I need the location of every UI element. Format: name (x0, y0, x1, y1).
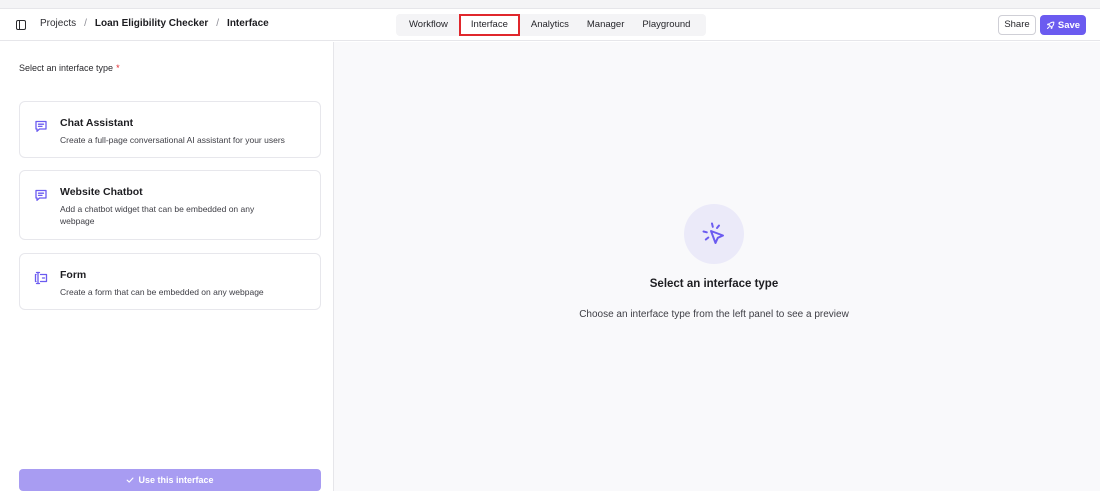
share-button[interactable]: Share (998, 15, 1036, 35)
tab-bar: Workflow Interface Analytics Manager Pla… (396, 14, 706, 36)
check-icon (127, 477, 134, 483)
required-mark: * (116, 63, 120, 73)
breadcrumb-app[interactable]: Loan Eligibility Checker (95, 18, 208, 29)
use-this-interface-button[interactable]: Use this interface (19, 469, 321, 491)
chat-icon (35, 189, 47, 201)
interface-card-chat-assistant[interactable]: Chat Assistant Create a full-page conver… (19, 101, 321, 158)
save-button[interactable]: Save (1040, 15, 1086, 35)
card-title: Form (60, 269, 87, 281)
card-title: Website Chatbot (60, 186, 143, 198)
preview-panel: Select an interface type Choose an inter… (334, 42, 1100, 491)
cursor-click-icon (702, 222, 724, 244)
tab-interface[interactable]: Interface (458, 14, 520, 36)
interface-card-website-chatbot[interactable]: Website Chatbot Add a chatbot widget tha… (19, 170, 321, 240)
interface-type-panel: Select an interface type * Chat Assistant… (0, 42, 334, 491)
rocket-icon (1046, 21, 1055, 29)
breadcrumb-separator: / (84, 18, 87, 29)
chat-icon (35, 120, 47, 132)
card-title: Chat Assistant (60, 117, 134, 129)
sidebar-toggle-icon[interactable] (16, 20, 26, 30)
interface-card-form[interactable]: Form Create a form that can be embedded … (19, 253, 321, 310)
breadcrumb-separator: / (216, 18, 220, 29)
breadcrumb: Projects / Loan Eligibility Checker / In… (40, 18, 269, 29)
card-description: Add a chatbot widget that can be embedde… (60, 204, 255, 226)
empty-state-title: Select an interface type (649, 278, 779, 290)
select-interface-label: Select an interface type * (19, 63, 120, 73)
empty-state-description: Choose an interface type from the left p… (579, 309, 849, 320)
breadcrumb-projects[interactable]: Projects (40, 18, 76, 29)
select-interface-text: Select an interface type (19, 63, 114, 73)
save-button-label: Save (1057, 19, 1081, 31)
tab-analytics[interactable]: Analytics (522, 15, 578, 35)
card-description: Create a form that can be embedded on an… (60, 287, 264, 297)
card-description: Create a full-page conversational AI ass… (60, 135, 285, 145)
tab-workflow[interactable]: Workflow (400, 15, 457, 35)
tab-playground[interactable]: Playground (633, 15, 699, 35)
empty-state-icon-circle (684, 204, 744, 264)
top-header: Projects / Loan Eligibility Checker / In… (0, 9, 1100, 41)
app-frame: Projects / Loan Eligibility Checker / In… (0, 8, 1100, 491)
tab-manager[interactable]: Manager (578, 15, 634, 35)
breadcrumb-current: Interface (227, 18, 269, 29)
use-button-label: Use this interface (138, 475, 214, 485)
form-icon (34, 271, 48, 285)
